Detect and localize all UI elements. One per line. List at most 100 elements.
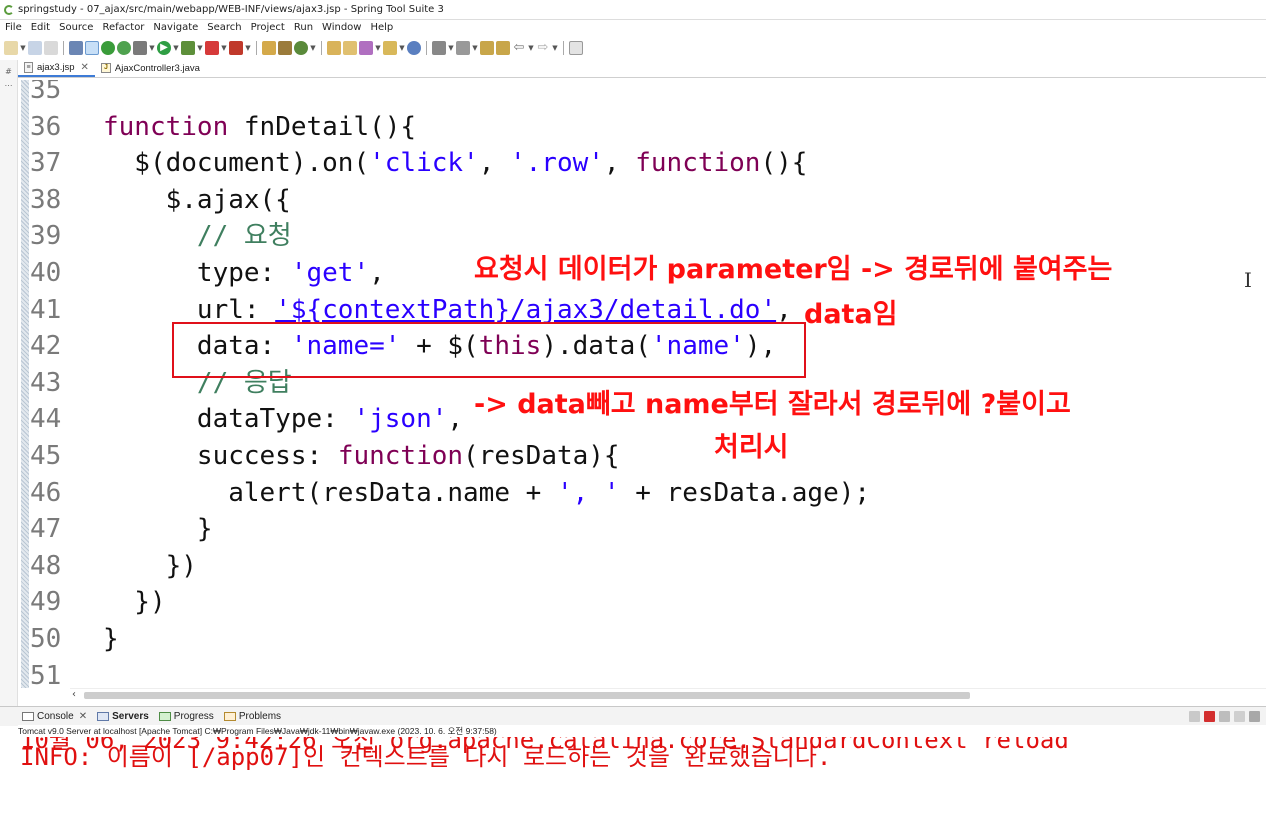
menu-help[interactable]: Help xyxy=(370,20,393,36)
debug-dropdown-icon[interactable]: ▼ xyxy=(149,44,155,52)
problems-icon xyxy=(223,712,236,721)
tab-ajax3-jsp[interactable]: ≡ ajax3.jsp ✕ xyxy=(18,59,95,77)
tab-label: Problems xyxy=(238,711,282,722)
code-token: , xyxy=(776,294,792,325)
line-number: 43 xyxy=(30,367,62,398)
console-status-line: Tomcat v9.0 Server at localhost [Apache … xyxy=(18,725,1266,737)
terminate-icon[interactable] xyxy=(1204,711,1215,722)
remove-launch-icon[interactable] xyxy=(1219,711,1230,722)
external-tools-dropdown-icon[interactable]: ▼ xyxy=(197,44,203,52)
line-number: 38 xyxy=(30,184,62,215)
forward-dropdown-icon[interactable]: ▼ xyxy=(552,44,558,52)
code-token: // 요청 xyxy=(103,221,292,252)
previous-annotation-icon[interactable] xyxy=(456,41,470,55)
menu-file[interactable]: File xyxy=(5,20,22,36)
console-log-line: INFO: 이름이 [/app07]인 컨텍스트를 다시 로드하는 것을 완료했… xyxy=(20,743,832,771)
save-all-icon[interactable] xyxy=(44,41,58,55)
menu-source[interactable]: Source xyxy=(59,20,93,36)
code-text: }) xyxy=(103,584,165,621)
pencil-icon[interactable] xyxy=(359,41,373,55)
left-trim-stack: # ⋯ xyxy=(0,60,18,706)
line-number: 51 xyxy=(30,660,62,688)
new-java-class-icon[interactable] xyxy=(262,41,276,55)
remove-all-icon[interactable] xyxy=(1234,711,1245,722)
previous-annotation-dropdown-icon[interactable]: ▼ xyxy=(472,44,478,52)
back-history-icon[interactable] xyxy=(496,41,510,55)
spring-dropdown-icon[interactable]: ▼ xyxy=(310,44,316,52)
menu-run[interactable]: Run xyxy=(294,20,313,36)
menu-navigate[interactable]: Navigate xyxy=(153,20,198,36)
open-folder-icon[interactable] xyxy=(383,41,397,55)
menu-window[interactable]: Window xyxy=(322,20,361,36)
next-annotation-dropdown-icon[interactable]: ▼ xyxy=(448,44,454,52)
menu-search[interactable]: Search xyxy=(207,20,241,36)
console-output[interactable]: 10월 06, 2023 9:42:26 오전 org.apache.catal… xyxy=(0,737,1266,820)
code-token: (){ xyxy=(760,148,808,179)
console-view-icon[interactable] xyxy=(1189,711,1200,722)
console-toolbar xyxy=(1189,711,1260,722)
run-icon[interactable]: ▶ xyxy=(157,41,171,55)
restore-view-icon[interactable]: # xyxy=(4,68,13,76)
menu-project[interactable]: Project xyxy=(251,20,285,36)
external-tools-icon[interactable] xyxy=(181,41,195,55)
code-text: type: 'get', xyxy=(103,255,385,292)
code-text: } xyxy=(103,511,213,548)
terminal-icon[interactable] xyxy=(69,41,83,55)
code-token: '.row' xyxy=(510,148,604,179)
last-edit-location-icon[interactable] xyxy=(480,41,494,55)
line-number: 44 xyxy=(30,404,62,435)
next-annotation-icon[interactable] xyxy=(432,41,446,55)
scroll-left-icon[interactable]: ‹ xyxy=(72,689,76,700)
line-number: 49 xyxy=(30,587,62,618)
code-token: }) xyxy=(103,550,197,581)
toggle-mark-occurrences-icon[interactable] xyxy=(85,41,99,55)
open-type-icon[interactable] xyxy=(327,41,341,55)
tab-ajaxcontroller3-java[interactable]: J AjaxController3.java xyxy=(95,59,206,77)
code-text: }) xyxy=(103,548,197,585)
editor-horizontal-scrollbar[interactable]: ‹ xyxy=(70,688,1266,702)
menu-edit[interactable]: Edit xyxy=(31,20,50,36)
code-token: $(document).on( xyxy=(103,148,370,179)
tab-label: AjaxController3.java xyxy=(114,62,200,74)
open-resource-icon[interactable] xyxy=(343,41,357,55)
back-arrow-icon[interactable]: ⇦ xyxy=(512,41,526,55)
save-icon[interactable] xyxy=(28,41,42,55)
toolbar-separator xyxy=(563,41,564,55)
back-dropdown-icon[interactable]: ▼ xyxy=(528,44,534,52)
new-package-icon[interactable] xyxy=(278,41,292,55)
forward-arrow-icon[interactable]: ⇨ xyxy=(536,41,550,55)
close-tab-icon[interactable]: ✕ xyxy=(81,62,89,73)
annotation-note-1: 요청시 데이터가 parameter임 -> 경로뒤에 붙여주는 xyxy=(474,254,1113,285)
start-server-icon[interactable] xyxy=(101,41,115,55)
new-dropdown-icon[interactable]: ▼ xyxy=(20,44,26,52)
new-file-icon[interactable] xyxy=(4,41,18,55)
tab-problems[interactable]: Problems xyxy=(223,711,282,722)
tab-servers[interactable]: Servers xyxy=(97,711,149,722)
pin-editor-icon[interactable] xyxy=(569,41,583,55)
deploy-icon[interactable] xyxy=(229,41,243,55)
code-token: } xyxy=(103,514,213,545)
tab-console[interactable]: Console ✕ xyxy=(22,711,87,722)
menu-refactor[interactable]: Refactor xyxy=(102,20,144,36)
console-menu-icon[interactable] xyxy=(1249,711,1260,722)
stop-dropdown-icon[interactable]: ▼ xyxy=(221,44,227,52)
more-views-icon[interactable]: ⋯ xyxy=(4,82,13,90)
globe-icon[interactable] xyxy=(407,41,421,55)
debug-icon[interactable] xyxy=(133,41,147,55)
line-number: 50 xyxy=(30,624,62,654)
tab-progress[interactable]: Progress xyxy=(158,711,214,722)
spring-icon[interactable] xyxy=(294,41,308,55)
deploy-dropdown-icon[interactable]: ▼ xyxy=(245,44,251,52)
scroll-thumb[interactable] xyxy=(84,692,970,699)
stop-icon[interactable] xyxy=(205,41,219,55)
code-token: url: xyxy=(103,294,276,325)
pencil-dropdown-icon[interactable]: ▼ xyxy=(375,44,381,52)
console-icon xyxy=(22,712,34,721)
close-tab-icon[interactable]: ✕ xyxy=(79,711,87,722)
code-token: type: xyxy=(103,258,291,288)
code-token: '${contextPath}/ajax3/detail.do' xyxy=(275,294,777,325)
code-token: function xyxy=(337,441,464,471)
run-dropdown-icon[interactable]: ▼ xyxy=(173,44,179,52)
refresh-icon[interactable] xyxy=(117,41,131,55)
folder-dropdown-icon[interactable]: ▼ xyxy=(399,44,405,52)
